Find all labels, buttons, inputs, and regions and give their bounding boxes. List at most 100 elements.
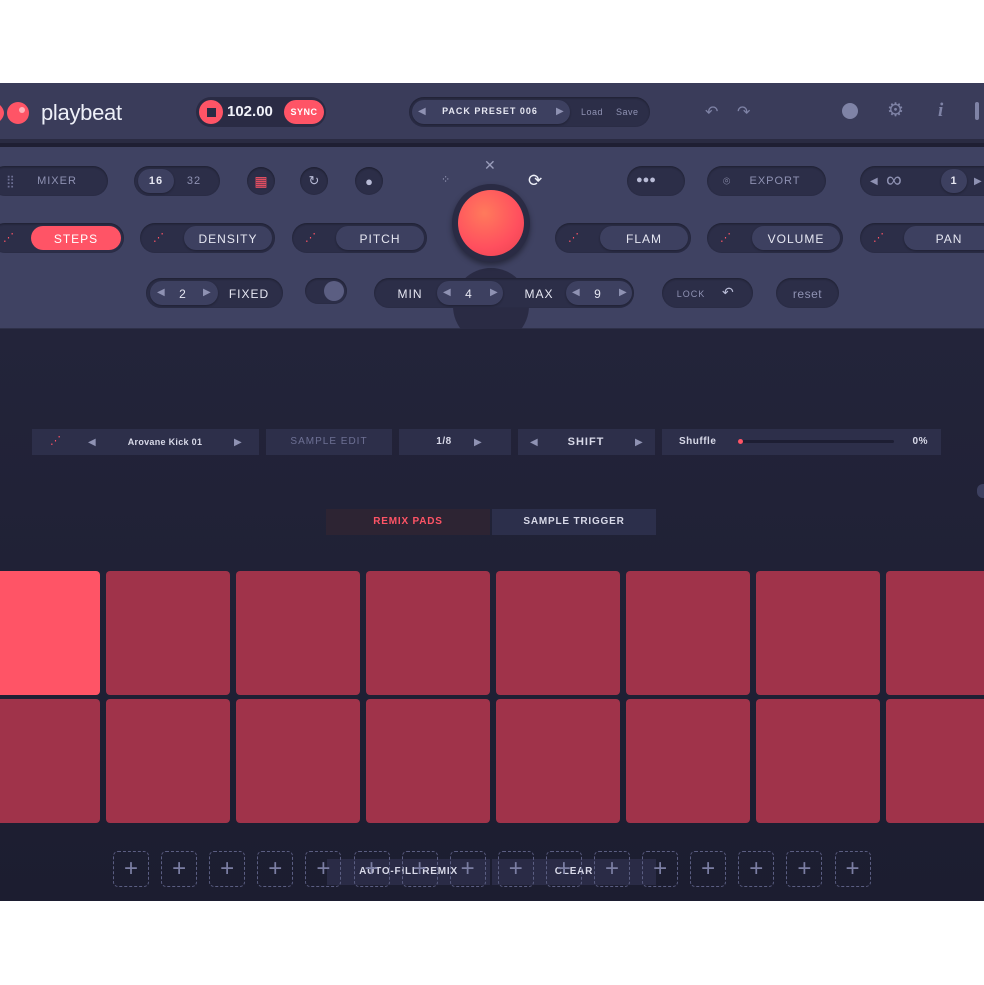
sample-slot-12[interactable]: + — [642, 851, 679, 887]
pad-10[interactable] — [106, 699, 230, 823]
preset-load-button[interactable]: Load — [581, 107, 603, 117]
sample-slot-3[interactable]: + — [209, 851, 246, 887]
grid-icon: ▦ — [254, 172, 268, 189]
mixer-icon: ⣿ — [6, 174, 15, 188]
min-prev-icon[interactable]: ◀ — [443, 287, 451, 298]
info-icon[interactable]: i — [938, 100, 943, 122]
steps-random-icon[interactable]: ⋰ — [3, 233, 14, 244]
min-next-icon[interactable]: ▶ — [490, 287, 498, 298]
stop-icon — [206, 107, 216, 117]
randomize-knob-button[interactable] — [458, 190, 524, 256]
pad-1[interactable] — [0, 571, 100, 695]
preset-prev-icon[interactable]: ◀ — [418, 106, 426, 117]
density-label: DENSITY — [198, 232, 258, 246]
max-value: 9 — [594, 287, 602, 301]
fixed-next-icon[interactable]: ▶ — [203, 287, 211, 298]
sample-slot-10[interactable]: + — [545, 851, 582, 887]
sample-slot-15[interactable]: + — [786, 851, 823, 887]
pad-9[interactable] — [0, 699, 100, 823]
sample-slot-7[interactable]: + — [401, 851, 438, 887]
range-toggle-knob — [324, 281, 344, 301]
app-name: playbeat — [41, 100, 122, 125]
pad-7[interactable] — [756, 571, 880, 695]
max-label: MAX — [524, 287, 554, 301]
pitch-label: PITCH — [359, 232, 401, 246]
preset-save-button[interactable]: Save — [616, 107, 639, 117]
sample-slot-16[interactable]: + — [834, 851, 871, 887]
mixer-label: MIXER — [37, 175, 77, 187]
refresh-button[interactable]: ↻ — [300, 167, 328, 195]
pad-13[interactable] — [496, 699, 620, 823]
steps-32-button[interactable]: 32 — [176, 175, 212, 187]
preset-name: PACK PRESET 006 — [442, 106, 538, 116]
dots-icon: ⁘ — [441, 174, 451, 186]
fixed-prev-icon[interactable]: ◀ — [157, 287, 165, 298]
steps-label: STEPS — [53, 232, 99, 246]
sample-slot-14[interactable]: + — [738, 851, 775, 887]
pad-3[interactable] — [236, 571, 360, 695]
top-bar: playbeat 102.00 SYNC ◀ PACK PRESET 006 ▶… — [0, 83, 984, 143]
pan-label: PAN — [935, 232, 963, 246]
lock-label: LOCK — [676, 289, 706, 299]
pad-11[interactable] — [236, 699, 360, 823]
sample-slot-1[interactable]: + — [113, 851, 149, 887]
dice-button[interactable]: ● — [355, 167, 383, 195]
more-icon[interactable] — [975, 102, 979, 120]
bpm-display[interactable]: 102.00 — [227, 103, 273, 120]
lock-back-icon: ↶ — [722, 284, 734, 300]
pad-5[interactable] — [496, 571, 620, 695]
pitch-random-icon[interactable]: ⋰ — [305, 233, 316, 244]
fixed-label: FIXED — [228, 287, 270, 301]
app-window: playbeat 102.00 SYNC ◀ PACK PRESET 006 ▶… — [0, 83, 984, 901]
sample-slot-5[interactable]: + — [305, 851, 342, 887]
refresh-icon: ↻ — [308, 173, 320, 188]
flam-label: FLAM — [625, 232, 662, 246]
grid-randomize-button[interactable]: ▦ — [247, 167, 275, 195]
pad-4[interactable] — [366, 571, 490, 695]
sample-slot-8[interactable]: + — [449, 851, 486, 887]
pad-12[interactable] — [366, 699, 490, 823]
pads-area: ⋰ ◀ Arovane Kick 01 ▶ SAMPLE EDIT 1/8 ▶ … — [0, 329, 984, 901]
steps-16-label: 16 — [148, 175, 164, 187]
export-icon: ⌾ — [723, 174, 731, 188]
pattern-prev-icon[interactable]: ◀ — [870, 176, 878, 187]
gear-icon[interactable]: ⚙ — [887, 99, 904, 122]
pad-14[interactable] — [626, 699, 750, 823]
pattern-next-icon[interactable]: ▶ — [974, 176, 982, 187]
density-random-icon[interactable]: ⋰ — [153, 233, 164, 244]
sample-slot-4[interactable]: + — [257, 851, 294, 887]
pad-6[interactable] — [626, 571, 750, 695]
max-prev-icon[interactable]: ◀ — [572, 287, 580, 298]
pan-random-icon[interactable]: ⋰ — [873, 233, 884, 244]
pad-2[interactable] — [106, 571, 230, 695]
sample-slot-2[interactable]: + — [161, 851, 198, 887]
stop-button[interactable] — [199, 100, 223, 124]
sample-slot-13[interactable]: + — [690, 851, 727, 887]
infinity-loop-icon: ∞ — [886, 167, 902, 192]
export-label: EXPORT — [749, 175, 801, 187]
min-value: 4 — [465, 287, 473, 301]
reset-label: reset — [792, 287, 823, 301]
preset-next-icon[interactable]: ▶ — [556, 106, 564, 117]
undo-icon[interactable]: ↶ — [705, 102, 718, 122]
volume-label: VOLUME — [767, 232, 825, 246]
close-x-icon[interactable]: ✕ — [484, 158, 496, 172]
fixed-value: 2 — [179, 287, 187, 301]
flam-random-icon[interactable]: ⋰ — [568, 233, 579, 244]
sample-slot-9[interactable]: + — [497, 851, 534, 887]
pad-grid — [0, 329, 984, 901]
sync-circle-icon[interactable]: ⟳ — [528, 172, 542, 189]
playbeat-logo-icon — [0, 102, 29, 124]
pad-16[interactable] — [886, 699, 984, 823]
sample-slot-11[interactable]: + — [594, 851, 630, 887]
pad-8[interactable] — [886, 571, 984, 695]
redo-icon[interactable]: ↷ — [737, 102, 750, 122]
max-next-icon[interactable]: ▶ — [619, 287, 627, 298]
min-label: MIN — [397, 287, 423, 301]
playbeat-menu-icon[interactable] — [842, 103, 858, 119]
sample-slots: + + + + + + + + + + + + + + + + — [0, 851, 984, 891]
sample-slot-6[interactable]: + — [353, 851, 390, 887]
sync-button[interactable]: SYNC — [284, 100, 324, 124]
pad-15[interactable] — [756, 699, 880, 823]
volume-random-icon[interactable]: ⋰ — [720, 233, 731, 244]
